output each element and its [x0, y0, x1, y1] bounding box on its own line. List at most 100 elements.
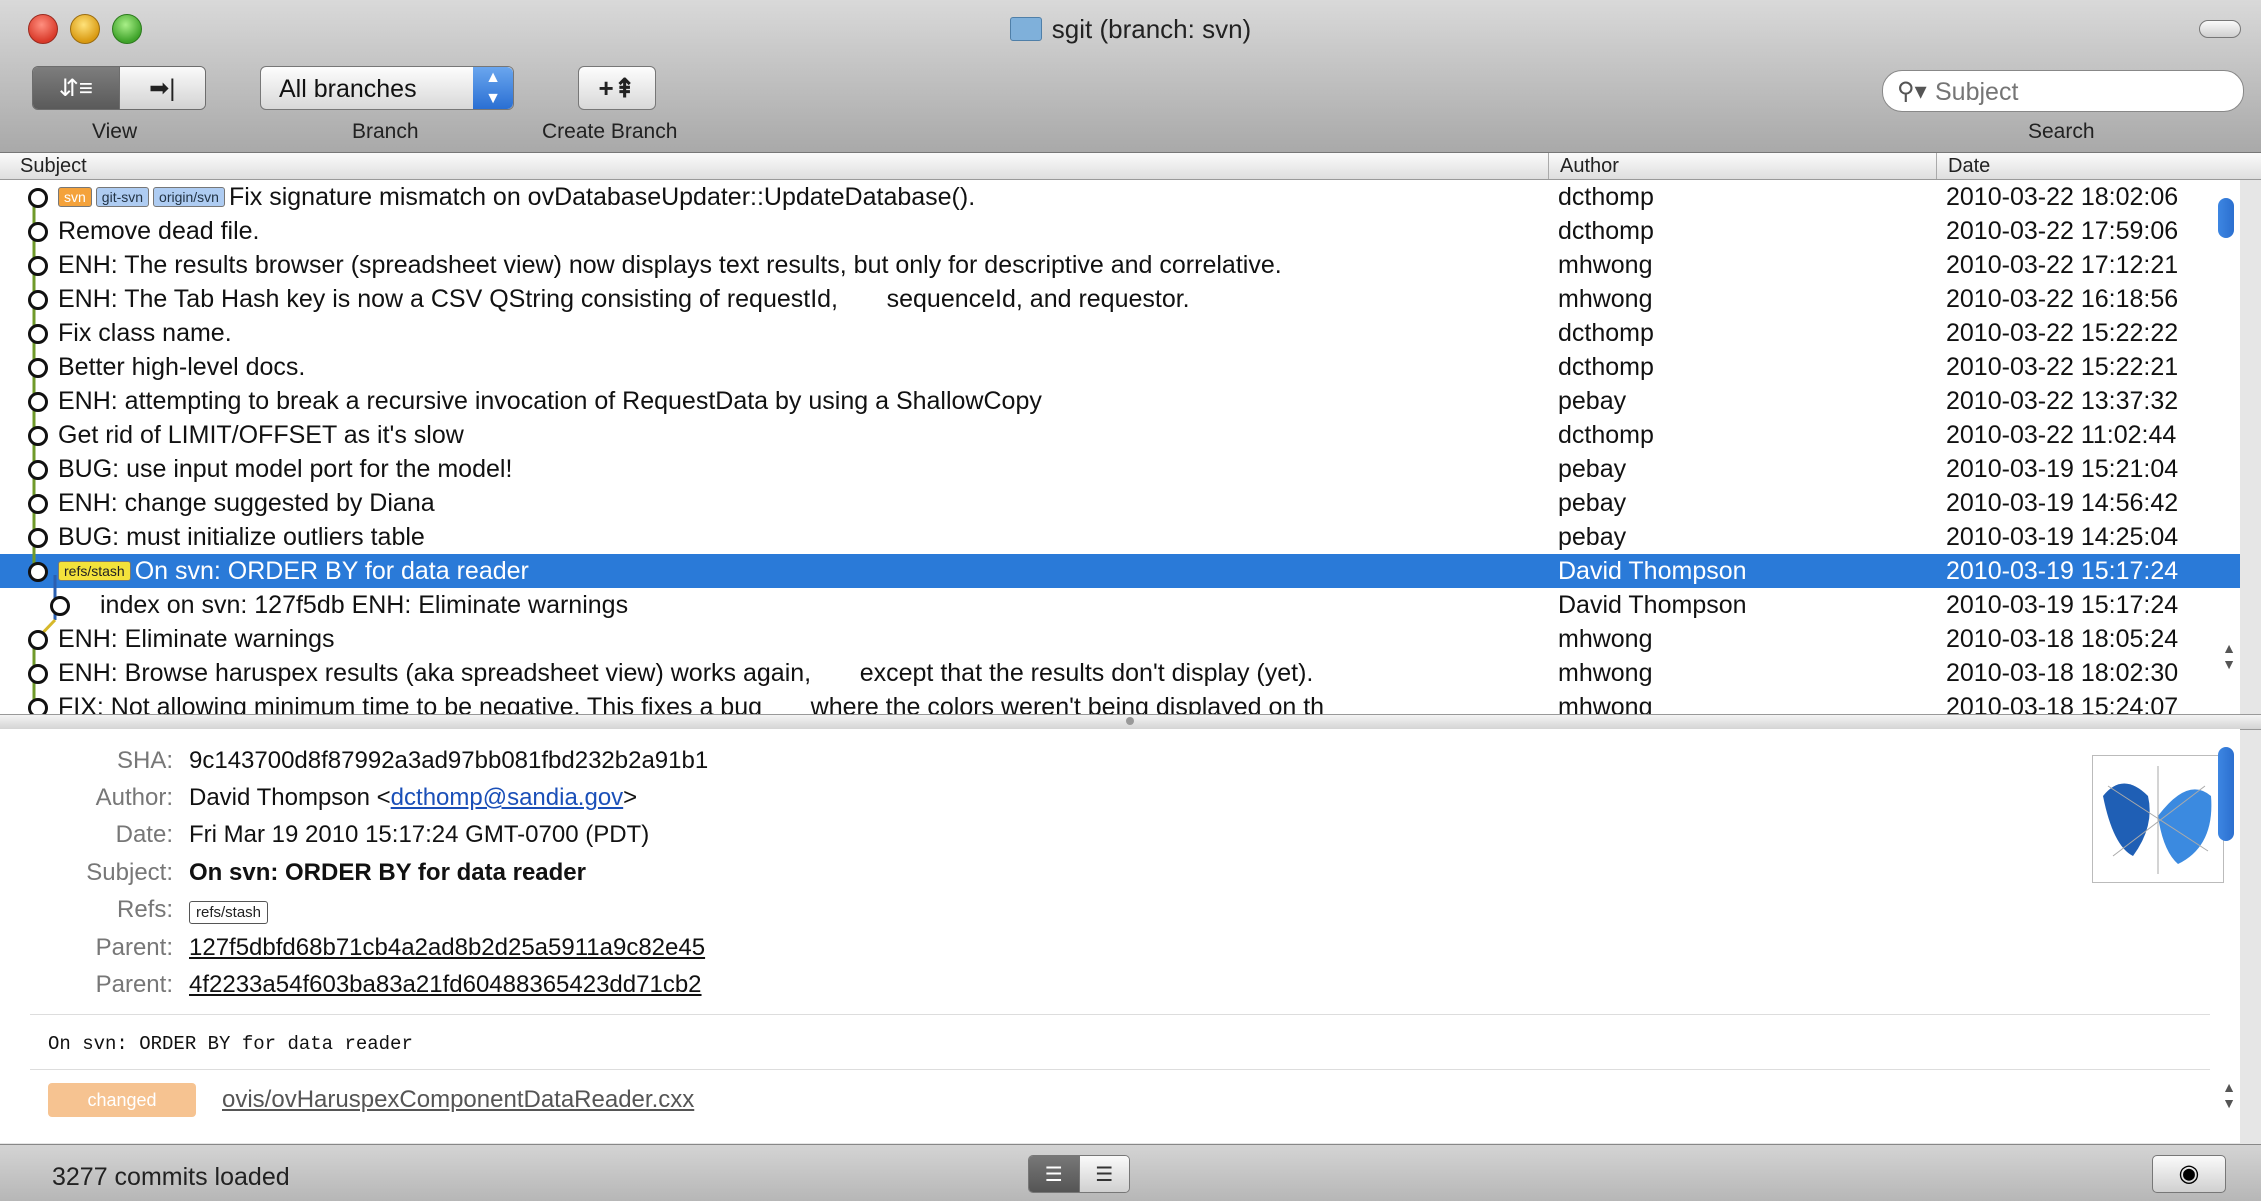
commit-node-icon [28, 222, 48, 242]
table-row[interactable]: ENH: Eliminate warnings mhwong 2010-03-18 … [0, 622, 2240, 656]
commit-date: 2010-03-19 15:17:24 [1946, 591, 2179, 619]
table-row[interactable]: Fix class name. dcthomp 2010-03-22 15:22:2… [0, 316, 2240, 350]
view-segmented-control[interactable]: ⇵≡ ➡| [32, 66, 206, 110]
commit-date: 2010-03-19 14:56:42 [1946, 489, 2179, 517]
commit-subject-text: FIX: Not allowing minimum time to be neg… [58, 693, 1325, 714]
toolbar-toggle-button[interactable] [2199, 20, 2241, 38]
table-row[interactable]: index on svn: 127f5db ENH: Eliminate war… [0, 588, 2240, 622]
commit-subject: ENH: The Tab Hash key is now a CSV QStri… [58, 285, 1190, 314]
table-row[interactable]: refs/stash On svn: ORDER BY for data read… [0, 554, 2240, 588]
split-view-divider[interactable] [0, 714, 2261, 730]
table-row[interactable]: FIX: Not allowing minimum time to be neg… [0, 690, 2240, 714]
column-divider[interactable] [1936, 153, 1937, 179]
parent-link[interactable]: 127f5dbfd68b71cb4a2ad8b2d25a5911a9c82e45 [189, 934, 705, 962]
table-row[interactable]: Get rid of LIMIT/OFFSET as it's slow dcth… [0, 418, 2240, 452]
commit-author: pebay [1558, 387, 1627, 415]
next-arrow-icon[interactable]: ➡| [118, 67, 205, 109]
detail-refs-row: Refs: refs/stash [0, 896, 1000, 930]
commit-author: mhwong [1558, 693, 1653, 714]
commit-author: dcthomp [1558, 319, 1654, 347]
commit-subject-text: Remove dead file. [58, 217, 260, 245]
column-header-date[interactable]: Date [1948, 155, 1990, 178]
avatar [2092, 755, 2224, 883]
commit-date: 2010-03-22 18:02:06 [1946, 183, 2179, 211]
commit-date: 2010-03-22 13:37:32 [1946, 387, 2179, 415]
commit-subject: ENH: The results browser (spreadsheet vi… [58, 251, 1282, 280]
commit-subject: BUG: must initialize outliers table [58, 523, 425, 552]
date-value: Fri Mar 19 2010 15:17:24 GMT-0700 (PDT) [189, 821, 650, 848]
detail-scrollbar-thumb[interactable] [2218, 747, 2234, 841]
table-row[interactable]: Remove dead file. dcthomp 2010-03-22 17:59… [0, 214, 2240, 248]
commit-table-header: Subject Author Date [0, 153, 2261, 180]
author-close: > [623, 784, 638, 811]
commit-node-icon [28, 698, 48, 714]
commit-detail-view: SHA: 9c143700d8f87992a3ad97bb081fbd232b2… [0, 729, 2240, 1143]
search-field[interactable]: ⚲▾ [1882, 70, 2244, 112]
changed-file-link[interactable]: ovis/ovHaruspexComponentDataReader.cxx [222, 1086, 694, 1114]
detail-divider [30, 1014, 2210, 1015]
refs-label: Refs: [116, 896, 173, 923]
column-header-subject[interactable]: Subject [20, 155, 87, 178]
detail-date-row: Date: Fri Mar 19 2010 15:17:24 GMT-0700 … [0, 821, 1000, 855]
detail-mode-control[interactable]: ☰ ☰ [1028, 1155, 1130, 1193]
detail-subject-row: Subject: On svn: ORDER BY for data reade… [0, 859, 1000, 893]
table-row[interactable]: svn git-svn origin/svn Fix signature mismat… [0, 180, 2240, 214]
commit-subject-text: ENH: The Tab Hash key is now a CSV QStri… [58, 285, 1190, 313]
subject-value: On svn: ORDER BY for data reader [189, 859, 586, 886]
table-row[interactable]: Better high-level docs. dcthomp 2010-03-22… [0, 350, 2240, 384]
commit-author: mhwong [1558, 625, 1653, 653]
commit-node-icon [50, 596, 70, 616]
search-input[interactable] [1933, 77, 2227, 107]
ref-tag[interactable]: refs/stash [189, 901, 269, 924]
create-branch-icon[interactable]: +⇞ [578, 66, 656, 110]
commit-node-icon [28, 358, 48, 378]
branch-popup-value: All branches [279, 75, 417, 103]
refs-value: refs/stash [189, 896, 269, 924]
commit-subject-text: Fix signature mismatch on ovDatabaseUpda… [228, 183, 976, 211]
commit-date: 2010-03-19 15:17:24 [1946, 557, 2179, 585]
commit-subject-text: Get rid of LIMIT/OFFSET as it's slow [58, 421, 464, 449]
commit-subject-text: ENH: Browse haruspex results (aka spread… [58, 659, 1314, 687]
commit-subject: ENH: Eliminate warnings [58, 625, 335, 654]
commit-author: pebay [1558, 523, 1627, 551]
commit-date: 2010-03-22 17:59:06 [1946, 217, 2179, 245]
table-row[interactable]: BUG: must initialize outliers table pebay… [0, 520, 2240, 554]
table-row[interactable]: ENH: The results browser (spreadsheet vi… [0, 248, 2240, 282]
commit-date: 2010-03-22 16:18:56 [1946, 285, 2179, 313]
list-icon[interactable]: ☰ [1029, 1156, 1079, 1192]
parent-link[interactable]: 4f2233a54f603ba83a21fd60488365423dd71cb2 [189, 971, 702, 999]
commit-list[interactable]: ▲ ▼ svn git-svn origin/svn Fix signature mis… [0, 180, 2240, 714]
commit-author: pebay [1558, 489, 1627, 517]
eye-icon[interactable]: ◉ [2152, 1155, 2226, 1193]
commit-node-icon [28, 426, 48, 446]
author-name: David Thompson < [189, 784, 391, 811]
column-divider[interactable] [1548, 153, 1549, 179]
table-row[interactable]: ENH: change suggested by Diana pebay 2010-… [0, 486, 2240, 520]
ref-label[interactable]: origin/svn [153, 187, 225, 207]
column-header-author[interactable]: Author [1560, 155, 1619, 178]
commit-subject: BUG: use input model port for the model! [58, 455, 512, 484]
commit-author: David Thompson [1558, 591, 1747, 619]
table-row[interactable]: ENH: attempting to break a recursive inv… [0, 384, 2240, 418]
commit-subject-text: Fix class name. [58, 319, 232, 347]
author-email-link[interactable]: dcthomp@sandia.gov [391, 784, 624, 811]
commit-subject-text: ENH: attempting to break a recursive inv… [58, 387, 1042, 415]
detail-author-row: Author: David Thompson <dcthomp@sandia.g… [0, 784, 1000, 818]
commit-subject: refs/stash On svn: ORDER BY for data read… [58, 557, 529, 586]
commit-subject: ENH: Browse haruspex results (aka spread… [58, 659, 1313, 688]
detail-parent-row: Parent: 4f2233a54f603ba83a21fd6048836542… [0, 971, 1000, 1005]
table-row[interactable]: ENH: Browse haruspex results (aka spread… [0, 656, 2240, 690]
window-title: sgit (branch: svn) [0, 14, 2261, 45]
tree-icon[interactable]: ☰ [1078, 1156, 1129, 1192]
commit-subject-text: BUG: must initialize outliers table [58, 523, 425, 551]
detail-scroll-arrows[interactable]: ▲ ▼ [2222, 1079, 2236, 1111]
list-view-icon[interactable]: ⇵≡ [33, 67, 119, 109]
commit-subject-text: Better high-level docs. [58, 353, 306, 381]
status-text: 3277 commits loaded [52, 1163, 290, 1191]
commit-node-icon [28, 188, 48, 208]
search-caption: Search [2028, 120, 2095, 143]
ref-label[interactable]: git-svn [95, 187, 150, 207]
table-row[interactable]: BUG: use input model port for the model!… [0, 452, 2240, 486]
table-row[interactable]: ENH: The Tab Hash key is now a CSV QStri… [0, 282, 2240, 316]
branch-popup[interactable]: All branches ▲ ▼ [260, 66, 514, 110]
